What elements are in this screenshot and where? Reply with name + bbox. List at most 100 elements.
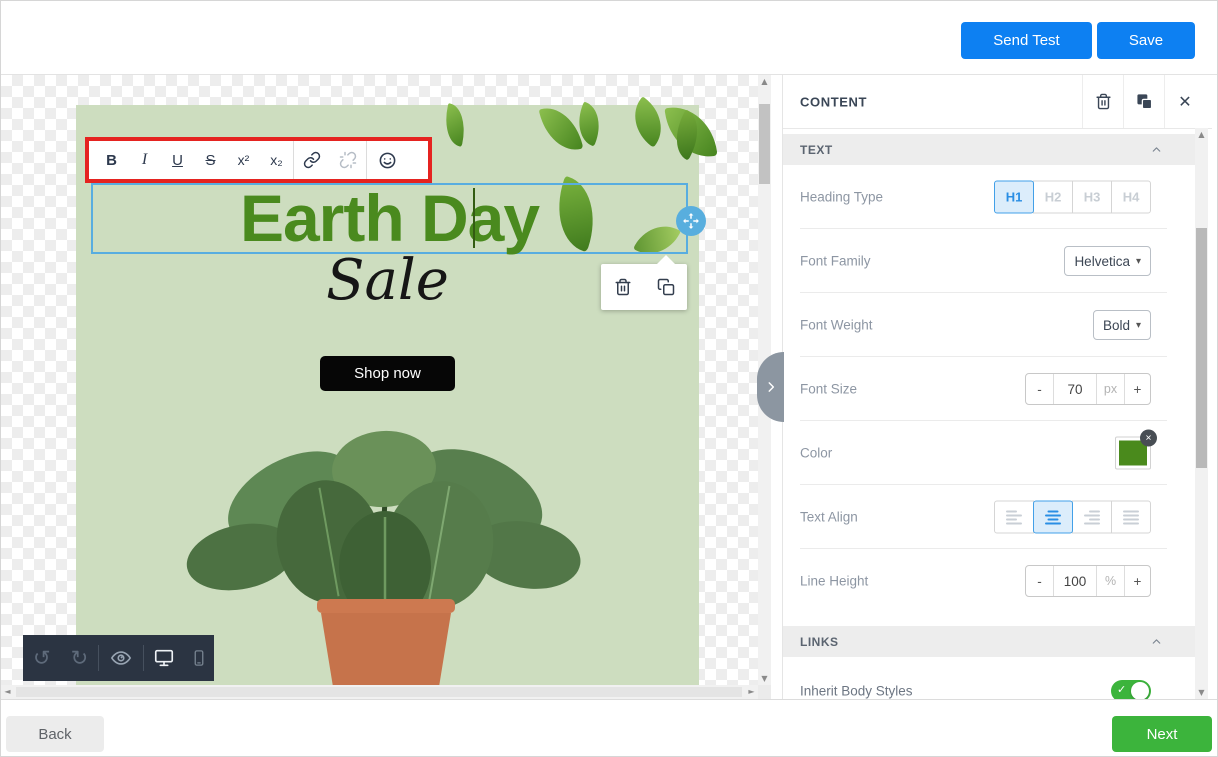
section-header-links[interactable]: LINKS [783, 626, 1197, 657]
section-label: LINKS [800, 635, 839, 649]
leaf-decoration [440, 103, 470, 147]
inherit-body-styles-row: Inherit Body Styles ✓ [783, 659, 1197, 699]
undo-button[interactable]: ↺ [23, 635, 61, 681]
toggle-knob [1131, 682, 1149, 699]
panel-header: CONTENT ✕ [783, 75, 1212, 129]
h1-button[interactable]: H1 [994, 181, 1034, 214]
duplicate-element-button[interactable] [657, 278, 675, 296]
design-canvas[interactable]: B I U S x² x₂ [1, 75, 758, 685]
scroll-down-arrow[interactable]: ▼ [758, 672, 771, 685]
font-size-row: Font Size - 70 px + [783, 357, 1197, 421]
h3-button[interactable]: H3 [1072, 181, 1112, 214]
font-size-decrease-button[interactable]: - [1026, 374, 1053, 404]
font-weight-row: Font Weight Bold ▾ [783, 293, 1197, 357]
font-size-increase-button[interactable]: + [1125, 374, 1150, 404]
plant-image[interactable] [171, 417, 601, 685]
superscript-button[interactable]: x² [227, 141, 260, 179]
scroll-up-arrow[interactable]: ▲ [1195, 128, 1208, 141]
send-test-button[interactable]: Send Test [961, 22, 1092, 59]
panel-delete-button[interactable] [1082, 75, 1123, 128]
align-center-button[interactable] [1033, 501, 1073, 534]
preview-toolbar: ↺ ↻ [23, 635, 214, 681]
preview-button[interactable] [99, 635, 143, 681]
font-family-select[interactable]: Helvetica ▾ [1064, 246, 1151, 276]
email-preview[interactable]: B I U S x² x₂ [76, 105, 699, 685]
align-justify-button[interactable] [1111, 501, 1151, 534]
link-icon [303, 151, 321, 169]
clear-color-button[interactable]: ✕ [1140, 430, 1157, 447]
color-row: Color ✕ [783, 421, 1197, 485]
text-align-row: Text Align [783, 485, 1197, 549]
insert-link-button[interactable] [294, 141, 330, 179]
panel-duplicate-button[interactable] [1123, 75, 1164, 128]
mobile-view-button[interactable] [183, 635, 214, 681]
redo-button[interactable]: ↻ [61, 635, 99, 681]
eye-icon [110, 647, 132, 669]
font-weight-select[interactable]: Bold ▾ [1093, 310, 1151, 340]
scroll-left-arrow[interactable]: ◄ [1, 685, 14, 699]
delete-element-button[interactable] [614, 278, 632, 296]
emoji-button[interactable] [367, 141, 407, 179]
redo-icon: ↻ [71, 646, 89, 670]
canvas-horizontal-scrollbar[interactable]: ◄ ► [1, 685, 758, 699]
field-label: Font Size [800, 382, 857, 397]
h2-button[interactable]: H2 [1033, 181, 1073, 214]
back-button[interactable]: Back [6, 716, 104, 752]
element-actions-toolbar [601, 264, 687, 310]
footer-bar: Back Next [1, 699, 1217, 757]
copy-icon [657, 278, 675, 296]
font-size-value[interactable]: 70 [1053, 374, 1097, 404]
align-right-button[interactable] [1072, 501, 1112, 534]
align-center-icon [1044, 510, 1062, 524]
align-left-button[interactable] [994, 501, 1034, 534]
line-height-row: Line Height - 100 % + [783, 549, 1197, 613]
align-justify-icon [1122, 510, 1140, 524]
emoji-icon [378, 151, 397, 170]
chevron-up-icon [1150, 635, 1163, 648]
panel-scroll-thumb[interactable] [1196, 228, 1207, 468]
scroll-down-arrow[interactable]: ▼ [1195, 686, 1208, 699]
panel-scrollbar[interactable]: ▲ ▼ [1195, 128, 1208, 699]
chevron-down-icon: ▾ [1136, 320, 1141, 331]
field-label: Text Align [800, 510, 858, 525]
save-button[interactable]: Save [1097, 22, 1195, 59]
underline-button[interactable]: U [161, 141, 194, 179]
line-height-increase-button[interactable]: + [1125, 566, 1150, 596]
heading-text[interactable]: Earth Day [93, 185, 686, 252]
text-cursor [473, 188, 475, 248]
workspace: B I U S x² x₂ [1, 75, 1217, 699]
content-settings-panel: CONTENT ✕ [782, 75, 1212, 699]
strikethrough-button[interactable]: S [194, 141, 227, 179]
next-button[interactable]: Next [1112, 716, 1212, 752]
email-editor-window: Send Test Save B [0, 0, 1218, 757]
scroll-up-arrow[interactable]: ▲ [758, 75, 771, 88]
section-header-text[interactable]: TEXT [783, 134, 1197, 165]
field-label: Line Height [800, 574, 868, 589]
scroll-right-arrow[interactable]: ► [745, 685, 758, 699]
line-height-unit: % [1097, 566, 1125, 596]
shop-now-button[interactable]: Shop now [320, 356, 455, 391]
leaf-decoration [539, 102, 584, 157]
copy-filled-icon [1136, 93, 1153, 110]
font-family-value: Helvetica [1074, 254, 1130, 269]
trash-icon [614, 278, 632, 296]
line-height-decrease-button[interactable]: - [1026, 566, 1053, 596]
h4-button[interactable]: H4 [1111, 181, 1151, 214]
line-height-value[interactable]: 100 [1053, 566, 1097, 596]
unlink-icon [339, 151, 357, 169]
color-swatch[interactable]: ✕ [1115, 437, 1151, 470]
desktop-view-button[interactable] [144, 635, 184, 681]
subscript-button[interactable]: x₂ [260, 141, 293, 179]
italic-button[interactable]: I [128, 141, 161, 179]
panel-close-button[interactable]: ✕ [1164, 75, 1205, 128]
align-right-icon [1083, 510, 1101, 524]
move-handle[interactable] [676, 206, 706, 236]
horizontal-scroll-thumb[interactable] [16, 687, 742, 697]
inherit-body-styles-toggle[interactable]: ✓ [1111, 680, 1151, 699]
selected-heading-block[interactable]: Earth Day [91, 183, 688, 254]
vertical-scroll-thumb[interactable] [759, 104, 770, 184]
remove-link-button[interactable] [330, 141, 366, 179]
chevron-right-icon [764, 380, 778, 394]
bold-button[interactable]: B [95, 141, 128, 179]
trash-icon [1095, 93, 1112, 110]
